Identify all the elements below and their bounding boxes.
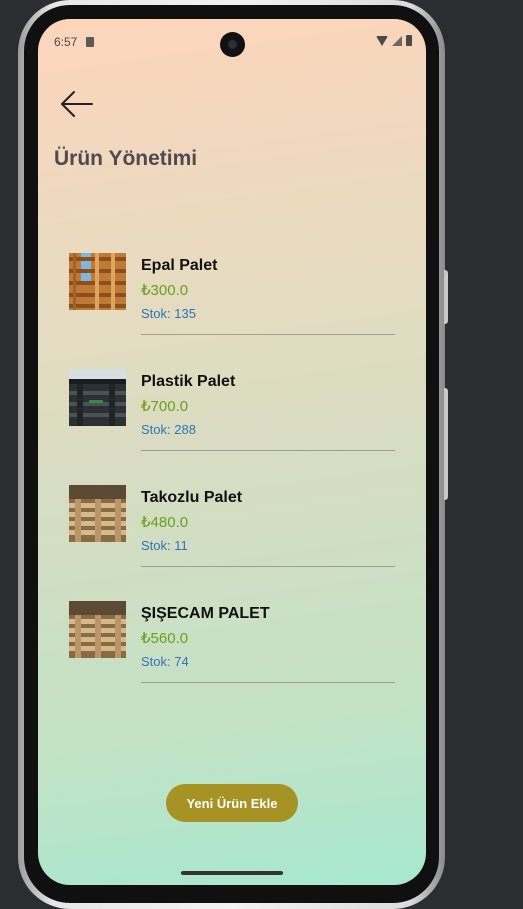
wifi-icon [376, 35, 388, 46]
product-item-takozlu-palet[interactable]: Takozlu Palet ₺480.0 Stok: 11 [69, 471, 395, 587]
product-info: Takozlu Palet ₺480.0 Stok: 11 [141, 487, 395, 554]
status-icons [376, 35, 412, 46]
product-stock: Stok: 288 [141, 422, 196, 437]
signal-icon [392, 35, 402, 46]
pallet-stack-image [69, 253, 126, 310]
home-indicator[interactable] [181, 871, 283, 875]
product-name: Plastik Palet [141, 373, 236, 390]
arrow-left-icon [61, 91, 93, 117]
product-info: Plastik Palet ₺700.0 Stok: 288 [141, 371, 395, 438]
back-button[interactable] [58, 87, 98, 123]
product-item-epal-palet[interactable]: Epal Palet ₺300.0 Stok: 135 [69, 239, 395, 355]
volume-button [444, 388, 448, 500]
status-time: 6:57 [54, 35, 78, 49]
product-name: Takozlu Palet [141, 489, 243, 506]
divider [141, 682, 395, 683]
product-name: Epal Palet [141, 257, 218, 274]
product-price: ₺560.0 [141, 630, 189, 647]
product-image [69, 485, 126, 542]
divider [141, 450, 395, 451]
battery-icon [406, 35, 412, 46]
product-stock: Stok: 11 [141, 538, 188, 553]
power-button [444, 270, 448, 324]
front-camera [220, 32, 245, 57]
page-title: Ürün Yönetimi [54, 147, 198, 170]
product-list: Epal Palet ₺300.0 Stok: 135 Plastik Pale… [69, 239, 395, 703]
wooden-pallet-image [69, 485, 126, 542]
wooden-pallet-image [69, 601, 126, 658]
product-price: ₺480.0 [141, 514, 189, 531]
plastic-pallet-image [69, 369, 126, 426]
product-item-sisecam-palet[interactable]: ŞIŞECAM PALET ₺560.0 Stok: 74 [69, 587, 395, 703]
product-info: Epal Palet ₺300.0 Stok: 135 [141, 255, 395, 322]
app-screen: 6:57 Ürün Yönetimi Epal Palet ₺300.0 Sto… [38, 19, 426, 885]
product-info: ŞIŞECAM PALET ₺560.0 Stok: 74 [141, 603, 395, 670]
product-price: ₺700.0 [141, 398, 189, 415]
product-stock: Stok: 135 [141, 306, 196, 321]
divider [141, 566, 395, 567]
product-image [69, 369, 126, 426]
product-name: ŞIŞECAM PALET [141, 605, 270, 622]
divider [141, 334, 395, 335]
product-price: ₺300.0 [141, 282, 189, 299]
add-product-button[interactable]: Yeni Ürün Ekle [166, 784, 298, 822]
sd-card-icon [86, 37, 94, 47]
product-stock: Stok: 74 [141, 654, 189, 669]
status-bar: 6:57 [38, 19, 426, 63]
product-image [69, 601, 126, 658]
product-image [69, 253, 126, 310]
product-item-plastik-palet[interactable]: Plastik Palet ₺700.0 Stok: 288 [69, 355, 395, 471]
